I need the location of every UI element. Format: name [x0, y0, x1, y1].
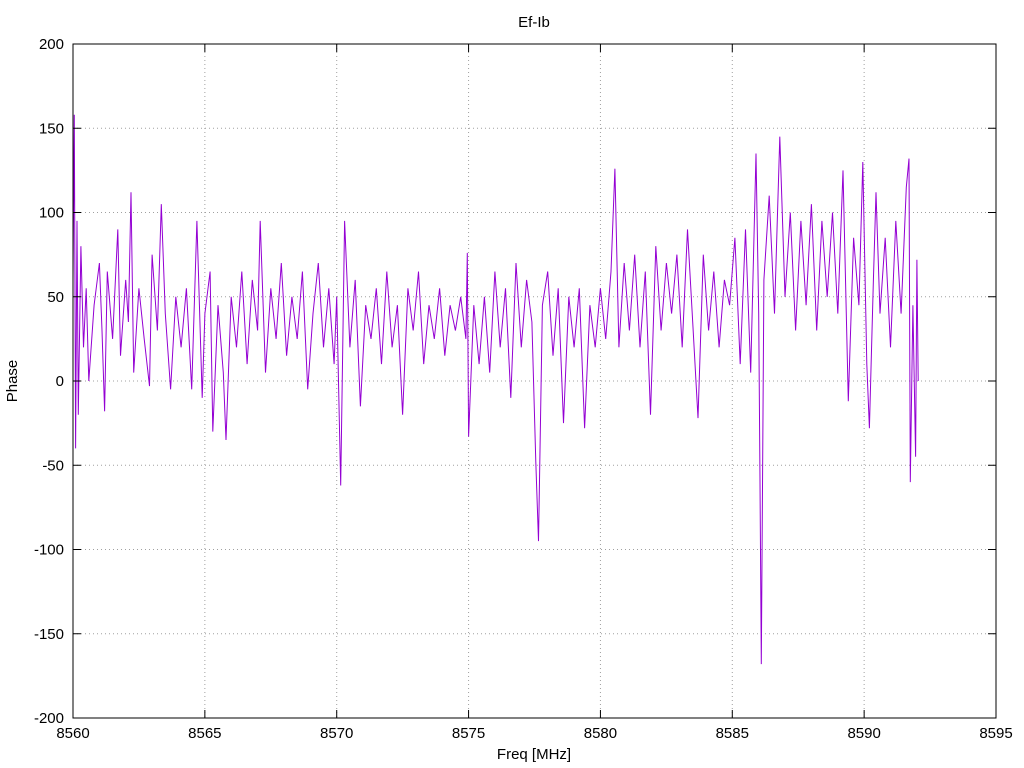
phase-series-line	[72, 114, 919, 665]
x-tick-labels: 8560 8565 8570 8575 8580 8585 8590 8595	[56, 725, 1012, 742]
y-axis-title: Phase	[4, 360, 21, 403]
series-layer	[72, 114, 919, 665]
x-tick-label: 8570	[320, 725, 353, 742]
y-tick-label: 0	[56, 373, 64, 390]
x-tick-label: 8560	[56, 725, 89, 742]
y-tick-label: 200	[39, 36, 64, 53]
x-tick-label: 8575	[452, 725, 485, 742]
x-tick-label: 8590	[847, 725, 880, 742]
y-tick-label: 150	[39, 120, 64, 137]
y-tick-label: -200	[34, 710, 64, 727]
x-tick-label: 8585	[716, 725, 749, 742]
y-tick-label: -50	[42, 457, 64, 474]
y-tick-labels: -200 -150 -100 -50 0 50 100 150 200	[34, 36, 64, 727]
y-tick-label: -150	[34, 626, 64, 643]
chart-title: Ef-Ib	[518, 14, 550, 31]
phase-chart: Ef-Ib 8560 8565 8570 8575 8580 8585 8590 8595 -…	[4, 14, 1013, 763]
x-tick-label: 8580	[584, 725, 617, 742]
y-tick-label: -100	[34, 542, 64, 559]
x-tick-label: 8565	[188, 725, 221, 742]
x-tick-label: 8595	[979, 725, 1012, 742]
y-tick-label: 50	[47, 289, 64, 306]
y-tick-label: 100	[39, 205, 64, 222]
x-axis-title: Freq [MHz]	[497, 746, 571, 763]
